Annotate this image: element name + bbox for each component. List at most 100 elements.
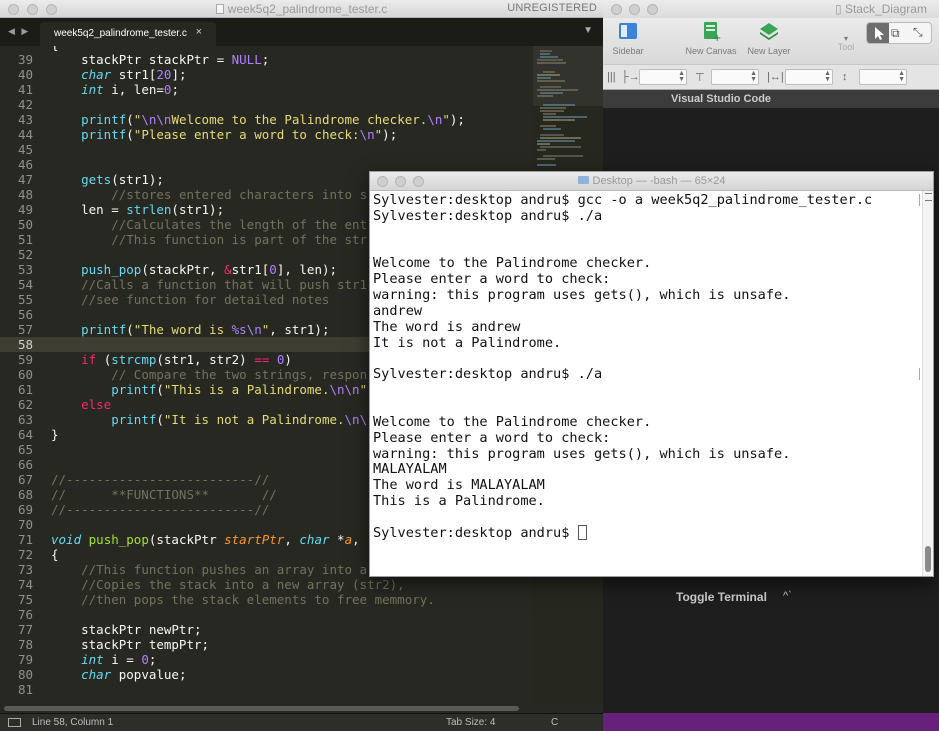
horizontal-scrollbar[interactable] (0, 703, 603, 713)
pointer-tool-button[interactable] (867, 23, 889, 43)
code-line[interactable]: 59 if (strcmp(str1, str2) == 0) (0, 352, 292, 367)
code-line[interactable]: 81 (0, 682, 51, 697)
code-line[interactable]: 80 char popvalue; (0, 667, 187, 682)
code-line[interactable]: 40 char str1[20]; (0, 67, 187, 82)
code-line[interactable]: 46 (0, 157, 51, 172)
terminal-output[interactable]: Sylvester:desktop andru$ gcc -o a week5q… (370, 191, 922, 576)
code-line[interactable]: 73 //This function pushes an array into … (0, 562, 367, 577)
minimap-line (543, 128, 561, 130)
code-line[interactable]: 64} (0, 427, 59, 442)
code-line[interactable]: 44 printf("Please enter a word to check:… (0, 127, 397, 142)
code-line[interactable]: 52 (0, 247, 51, 262)
line-number: 81 (17, 682, 33, 697)
y-position-field[interactable]: ▲ ▼ (711, 69, 759, 85)
code-line[interactable]: 76 (0, 607, 51, 622)
height-field[interactable]: ▲ ▼ (859, 69, 907, 85)
minimap-line (540, 107, 566, 109)
minimap-line (540, 50, 552, 52)
stepper-icon[interactable]: ▲ ▼ (678, 70, 685, 83)
code-line[interactable]: 57 printf("The word is %s\n", str1); (0, 322, 330, 337)
line-number: 45 (17, 142, 33, 157)
connector-tool-icon[interactable]: ⤡ (913, 25, 923, 40)
code-line[interactable]: 63 printf("It is not a Palindrome.\n\ (0, 412, 367, 427)
sidebar-button[interactable]: Sidebar (611, 20, 645, 56)
code-line[interactable]: 50 //Calculates the length of the ent (0, 217, 367, 232)
tab-week5q2-palindrome-tester[interactable]: week5q2_palindrome_tester.c × (40, 22, 216, 46)
code-line[interactable]: 47 gets(str1); (0, 172, 164, 187)
vscode-status-bar (603, 713, 939, 731)
code-line[interactable]: 53 push_pop(stackPtr, &str1[0], len); (0, 262, 337, 277)
code-line[interactable]: 41 int i, len=0; (0, 82, 179, 97)
shapes-tool-icon[interactable]: ⧉ (891, 26, 900, 41)
sd-zoom-button[interactable] (647, 4, 658, 15)
code-line[interactable]: 70 (0, 517, 51, 532)
width-field[interactable]: ▲ ▼ (785, 69, 833, 85)
stepper-icon[interactable]: ▲ ▼ (824, 70, 831, 83)
x-position-icon: ├→ (621, 71, 640, 83)
tab-close-icon[interactable]: × (196, 26, 202, 38)
sd-minimize-button[interactable] (629, 4, 640, 15)
code-line[interactable]: 42 (0, 97, 51, 112)
code-text: stackPtr newPtr; (51, 622, 202, 637)
chevron-down-icon: ▾ (843, 34, 848, 43)
tool-dropdown[interactable]: ▾ Tool (829, 20, 863, 52)
x-position-field[interactable]: ▲ ▼ (639, 69, 687, 85)
code-text: { (51, 547, 59, 562)
code-line[interactable]: 79 int i = 0; (0, 652, 156, 667)
code-line[interactable]: 66 (0, 457, 51, 472)
horizontal-scrollbar-thumb[interactable] (4, 706, 519, 711)
code-line[interactable]: 55 //see function for detailed notes (0, 292, 330, 307)
code-line[interactable]: 65 (0, 442, 51, 457)
terminal-scrollbar[interactable] (922, 191, 933, 576)
code-line[interactable]: 69 //-------------------------// (0, 502, 269, 517)
code-line[interactable]: 77 stackPtr newPtr; (0, 622, 202, 637)
code-line[interactable]: 75 //then pops the stack elements to fre… (0, 592, 435, 607)
line-number: 73 (17, 562, 33, 577)
code-line[interactable]: 39 stackPtr stackPtr = NULL; (0, 52, 269, 67)
code-line[interactable]: 45 (0, 142, 51, 157)
panel-toggle-icon[interactable] (8, 718, 21, 727)
stepper-icon[interactable]: ▲ ▼ (898, 70, 905, 83)
code-line[interactable]: 67 //-------------------------// (0, 472, 269, 487)
tab-overflow-menu-icon[interactable]: ▼ (583, 25, 593, 36)
prompt-mark (919, 368, 921, 381)
stepper-icon[interactable]: ▲ ▼ (750, 70, 757, 83)
tab-navigation-arrows-icon[interactable]: ◀ ▶ (8, 26, 30, 37)
code-line[interactable]: { (0, 46, 59, 52)
minimap-line (540, 53, 550, 55)
line-number: 46 (17, 157, 33, 172)
code-line[interactable]: 60 // Compare the two strings, respon (0, 367, 367, 382)
minimap-viewport[interactable] (533, 46, 603, 106)
code-line[interactable]: 62 else (0, 397, 111, 412)
terminal-scrollbar-thumb[interactable] (925, 546, 931, 572)
new-layer-button[interactable]: New Layer (743, 20, 795, 56)
line-number: 53 (17, 262, 33, 277)
code-line[interactable]: 61 printf("This is a Palindrome.\n\n" (0, 382, 367, 397)
code-line[interactable]: 54 //Calls a function that will push str… (0, 277, 367, 292)
code-line[interactable]: 51 //This function is part of the str (0, 232, 367, 247)
terminal-line: Sylvester:desktop andru$ gcc -o a week5q… (373, 192, 873, 208)
code-line[interactable]: 71 void push_pop(stackPtr startPtr, char … (0, 532, 360, 547)
code-text: char str1[20]; (81, 67, 187, 82)
toggle-terminal-label[interactable]: Toggle Terminal (676, 590, 767, 604)
folder-icon (577, 176, 589, 184)
code-text: printf("\n\nWelcome to the Palindrome ch… (81, 112, 465, 127)
code-text: //see function for detailed notes (81, 292, 330, 307)
code-line[interactable]: 72 { (0, 547, 59, 562)
code-line[interactable]: 56 (0, 307, 51, 322)
new-canvas-button[interactable]: + New Canvas (683, 20, 739, 56)
toggle-terminal-shortcut: ^` (783, 590, 792, 602)
sd-close-button[interactable] (611, 4, 622, 15)
code-line[interactable]: 43 printf("\n\nWelcome to the Palindrome… (0, 112, 465, 127)
code-line[interactable]: 48 //stores entered characters into s (0, 187, 367, 202)
terminal-line: Sylvester:desktop andru$ (373, 524, 587, 541)
sidebar-icon (619, 23, 637, 39)
syntax-selector[interactable]: C (551, 717, 558, 728)
minimap-line (537, 74, 560, 76)
code-line[interactable]: 49 len = strlen(str1); (0, 202, 224, 217)
code-line[interactable]: 74 //Copies the stack into a new array (… (0, 577, 405, 592)
code-line[interactable]: 68 // **FUNCTIONS** // (0, 487, 277, 502)
line-number: 80 (17, 667, 33, 682)
code-line[interactable]: 78 stackPtr tempPtr; (0, 637, 209, 652)
tab-size-selector[interactable]: Tab Size: 4 (446, 717, 495, 728)
